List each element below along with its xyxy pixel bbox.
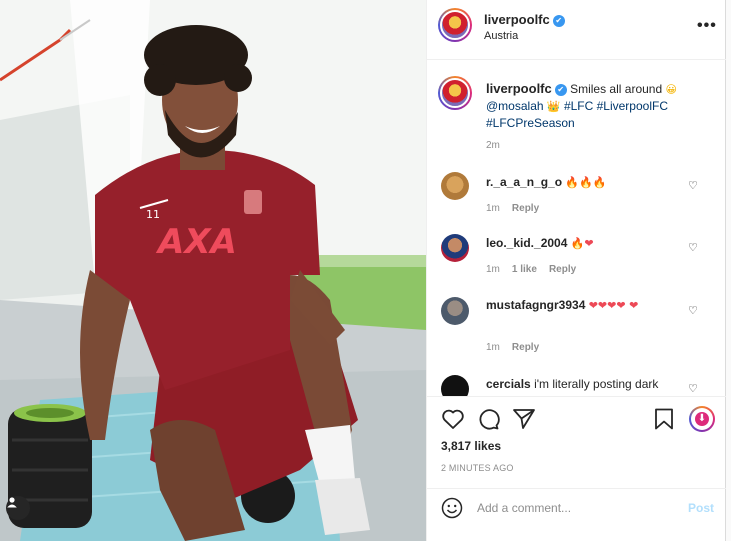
caption-username[interactable]: liverpoolfc — [486, 81, 552, 96]
comment-time[interactable]: 1m — [486, 342, 500, 353]
red-heart-emoji-icon: ❤❤❤❤ ❤ — [588, 299, 639, 312]
more-options-icon[interactable]: ••• — [697, 17, 717, 35]
emoji-picker-icon[interactable] — [441, 497, 463, 519]
verified-badge-icon: ✔ — [552, 15, 565, 27]
comment-meta: 1m Reply — [486, 203, 551, 214]
comment-meta: 1m 1 like Reply — [486, 264, 588, 275]
post-timestamp[interactable]: 2 MINUTES AGO — [441, 463, 514, 473]
commenter-avatar[interactable] — [441, 297, 469, 325]
page-background-strip — [726, 0, 731, 541]
tagged-people-button[interactable] — [6, 496, 30, 520]
post-header: liverpoolfc ✔ Austria ••• — [427, 0, 727, 60]
reply-button[interactable]: Reply — [512, 203, 539, 214]
commenter-avatar[interactable] — [441, 375, 469, 396]
author-avatar[interactable] — [438, 8, 472, 42]
post-actions: ⬇ 3,817 likes 2 MINUTES AGO — [427, 396, 727, 488]
comment-meta: 1m Reply — [486, 342, 551, 353]
svg-text:11: 11 — [146, 208, 160, 221]
comment-time[interactable]: 1m — [486, 203, 500, 214]
caption-time[interactable]: 2m — [486, 140, 500, 151]
comment-body: leo._kid._2004 🔥❤ — [486, 235, 676, 252]
post-detail-panel: liverpoolfc ✔ Austria ••• liverpoolfc ✔ Sm… — [426, 0, 727, 541]
caption-text: Smiles all around — [570, 82, 663, 96]
post-photo[interactable]: AXA 11 — [0, 0, 426, 541]
fire-heart-emoji-icon: 🔥❤ — [570, 237, 594, 250]
comment-body: mustafagngr3934 ❤❤❤❤ ❤ — [486, 297, 676, 314]
post-comment-button[interactable]: Post — [688, 501, 714, 515]
like-comment-heart-icon[interactable]: ♡ — [688, 241, 698, 254]
crown-emoji-icon: 👑 — [546, 100, 561, 113]
comment-body: cercials i'm literally posting dark — [486, 376, 686, 393]
comment-body: r._a_a_n_g_o 🔥🔥🔥 — [486, 174, 676, 191]
comment-time[interactable]: 1m — [486, 264, 500, 275]
mention-link[interactable]: @mosalah — [486, 99, 544, 113]
reply-button[interactable]: Reply — [512, 342, 539, 353]
bookmark-save-icon[interactable] — [653, 408, 675, 430]
svg-text:AXA: AXA — [155, 222, 237, 262]
like-comment-heart-icon[interactable]: ♡ — [688, 304, 698, 317]
comment-username[interactable]: r._a_a_n_g_o — [486, 175, 562, 189]
commenter-avatar[interactable] — [441, 172, 469, 200]
comment-input[interactable] — [477, 499, 677, 517]
comment-composer: Post — [427, 488, 727, 541]
author-name-row: liverpoolfc ✔ — [484, 12, 565, 27]
author-username[interactable]: liverpoolfc — [484, 12, 550, 27]
comment-username[interactable]: mustafagngr3934 — [486, 298, 585, 312]
post-caption: liverpoolfc ✔ Smiles all around 😀 @mosala… — [486, 81, 711, 131]
comments-list[interactable]: liverpoolfc ✔ Smiles all around 😀 @mosala… — [427, 60, 727, 396]
like-comment-heart-icon[interactable]: ♡ — [688, 382, 698, 395]
verified-badge-icon: ✔ — [554, 84, 567, 96]
comment-bubble-icon[interactable] — [476, 408, 500, 430]
fire-emoji-icon: 🔥🔥🔥 — [565, 176, 607, 189]
post-location[interactable]: Austria — [484, 30, 518, 42]
grinning-emoji-icon: 😀 — [665, 83, 677, 96]
comment-likes-count[interactable]: 1 like — [512, 264, 537, 275]
commenter-avatar[interactable] — [441, 234, 469, 262]
share-send-icon[interactable] — [512, 408, 536, 430]
comment-username[interactable]: leo._kid._2004 — [486, 236, 567, 250]
comment-text: i'm literally posting dark — [534, 377, 659, 391]
comment-username[interactable]: cercials — [486, 377, 531, 391]
photo-illustration: AXA 11 — [0, 0, 426, 541]
person-icon — [7, 497, 17, 508]
reply-button[interactable]: Reply — [549, 264, 576, 275]
caption-author-avatar[interactable] — [438, 76, 472, 110]
like-heart-icon[interactable] — [441, 408, 465, 430]
download-icon[interactable]: ⬇ — [689, 406, 715, 432]
likes-count[interactable]: 3,817 likes — [441, 439, 501, 453]
like-comment-heart-icon[interactable]: ♡ — [688, 179, 698, 192]
